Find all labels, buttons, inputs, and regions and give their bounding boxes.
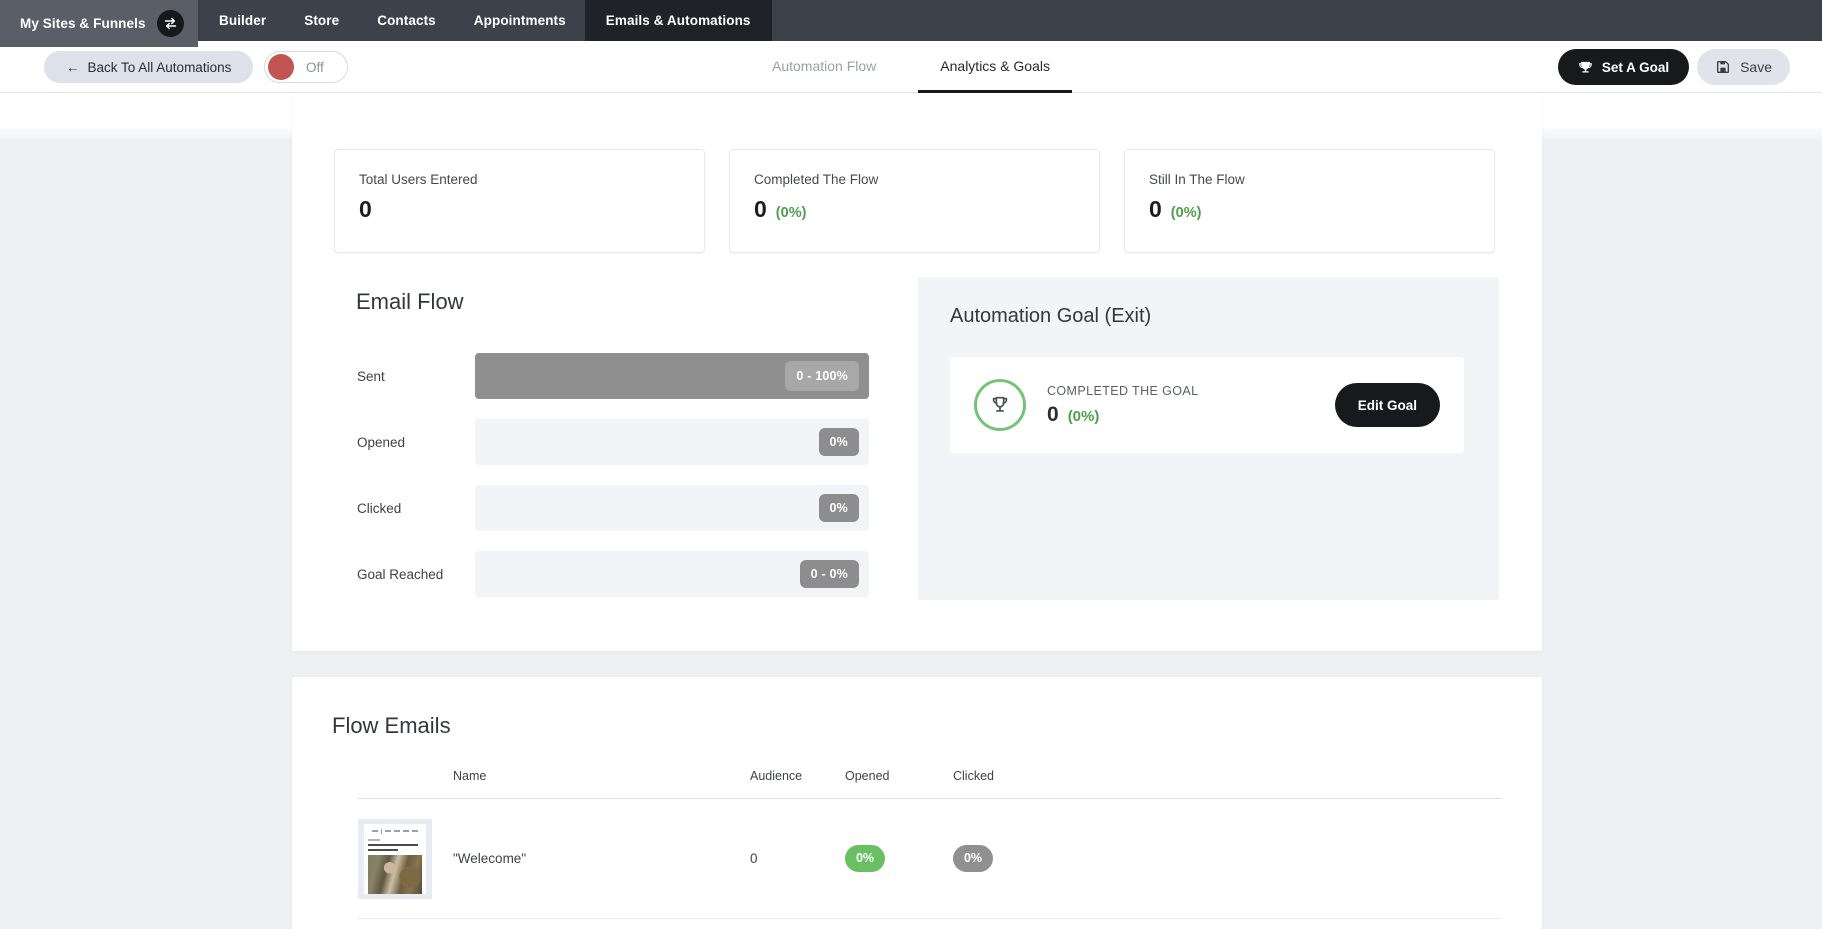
nav-item-store[interactable]: Store xyxy=(285,0,358,41)
funnel-label: Clicked xyxy=(357,501,475,516)
stat-percent: (0%) xyxy=(1171,205,1202,221)
nav-item-emails-automations[interactable]: Emails & Automations xyxy=(585,0,772,41)
flow-emails-panel: Flow Emails Name Audience Opened Clicked xyxy=(292,677,1542,929)
automation-goal-title: Automation Goal (Exit) xyxy=(950,305,1151,328)
funnel-label: Sent xyxy=(357,369,475,384)
flow-emails-table: Name Audience Opened Clicked xyxy=(358,769,1502,919)
nav-item-builder[interactable]: Builder xyxy=(200,0,285,41)
goal-value: 0 xyxy=(1047,403,1059,427)
email-flow-title: Email Flow xyxy=(356,289,464,315)
funnel-row-opened: Opened 0% xyxy=(357,419,869,465)
stat-percent: (0%) xyxy=(776,205,807,221)
funnel-badge: 0 - 100% xyxy=(785,361,859,391)
tab-automation-flow[interactable]: Automation Flow xyxy=(750,41,898,93)
view-tabs: Automation Flow Analytics & Goals xyxy=(0,41,1822,93)
nav-item-contacts[interactable]: Contacts xyxy=(358,0,455,41)
goal-label: COMPLETED THE GOAL xyxy=(1047,384,1198,398)
funnel-bar-goal-reached: 0 - 0% xyxy=(475,551,869,597)
stat-card-completed-flow: Completed The Flow 0 (0%) xyxy=(729,149,1100,253)
funnel-bar-opened: 0% xyxy=(475,419,869,465)
column-header-clicked: Clicked xyxy=(953,769,1502,783)
stat-label: Still In The Flow xyxy=(1149,172,1470,187)
goal-texts: COMPLETED THE GOAL 0 (0%) xyxy=(1047,384,1198,427)
stat-label: Completed The Flow xyxy=(754,172,1075,187)
thumb-photo xyxy=(368,855,422,894)
clicked-rate-badge: 0% xyxy=(953,845,993,872)
nav-items: Builder Store Contacts Appointments Emai… xyxy=(198,0,772,41)
goal-trophy-icon xyxy=(974,379,1026,431)
goal-card: COMPLETED THE GOAL 0 (0%) Edit Goal xyxy=(950,357,1464,453)
toolbar-actions: Set A Goal Save xyxy=(1558,49,1790,85)
funnel-row-clicked: Clicked 0% xyxy=(357,485,869,531)
column-header-audience: Audience xyxy=(750,769,845,783)
email-audience: 0 xyxy=(750,851,845,866)
stat-label: Total Users Entered xyxy=(359,172,680,187)
workspace-switcher[interactable]: My Sites & Funnels xyxy=(0,0,198,47)
save-icon xyxy=(1715,59,1731,75)
save-button[interactable]: Save xyxy=(1697,49,1790,85)
trophy-icon xyxy=(1578,60,1593,75)
thumb-kicker xyxy=(368,839,380,841)
funnel-badge: 0 - 0% xyxy=(800,560,859,588)
email-flow-funnel: Sent 0 - 100% Opened 0% Clicked 0% Goal … xyxy=(357,353,869,617)
page: My Sites & Funnels Builder Store Contact… xyxy=(0,0,1822,929)
top-nav: My Sites & Funnels Builder Store Contact… xyxy=(0,0,1822,41)
tab-analytics-goals[interactable]: Analytics & Goals xyxy=(918,41,1072,93)
stat-value: 0 xyxy=(754,196,767,223)
column-header-opened: Opened xyxy=(845,769,953,783)
funnel-label: Opened xyxy=(357,435,475,450)
opened-rate-badge: 0% xyxy=(845,845,885,872)
stat-value: 0 xyxy=(359,196,372,223)
thumb-headline xyxy=(368,849,398,852)
set-goal-label: Set A Goal xyxy=(1602,60,1669,75)
column-header-name: Name xyxy=(453,769,750,783)
funnel-label: Goal Reached xyxy=(357,567,475,582)
stat-value: 0 xyxy=(1149,196,1162,223)
funnel-row-goal-reached: Goal Reached 0 - 0% xyxy=(357,551,869,597)
table-header: Name Audience Opened Clicked xyxy=(358,769,1502,799)
analytics-panel: Total Users Entered 0 Completed The Flow… xyxy=(292,93,1542,651)
edit-goal-button[interactable]: Edit Goal xyxy=(1335,383,1440,427)
swap-workspace-icon[interactable] xyxy=(157,10,184,37)
funnel-bar-clicked: 0% xyxy=(475,485,869,531)
automation-goal-panel: Automation Goal (Exit) COMPLETED THE GOA… xyxy=(918,277,1499,600)
funnel-bar-sent: 0 - 100% xyxy=(475,353,869,399)
flow-emails-title: Flow Emails xyxy=(332,713,451,739)
email-name: "Welecome" xyxy=(453,851,750,866)
table-row[interactable]: "Welecome" 0 0% 0% xyxy=(358,799,1502,919)
email-thumbnail-preview xyxy=(364,824,426,894)
thumb-headline xyxy=(368,844,418,847)
stat-card-total-users: Total Users Entered 0 xyxy=(334,149,705,253)
funnel-badge: 0% xyxy=(819,428,859,456)
workspace-label: My Sites & Funnels xyxy=(20,16,146,31)
goal-percent: (0%) xyxy=(1068,408,1100,425)
email-thumbnail[interactable] xyxy=(358,819,432,899)
funnel-badge: 0% xyxy=(819,494,859,522)
nav-item-appointments[interactable]: Appointments xyxy=(455,0,585,41)
toolbar: ← Back To All Automations Off Automation… xyxy=(0,41,1822,93)
set-a-goal-button[interactable]: Set A Goal xyxy=(1558,49,1689,85)
thumb-nav-bar xyxy=(368,829,422,834)
stat-cards: Total Users Entered 0 Completed The Flow… xyxy=(334,149,1495,253)
save-label: Save xyxy=(1740,59,1772,75)
stat-card-still-in-flow: Still In The Flow 0 (0%) xyxy=(1124,149,1495,253)
funnel-row-sent: Sent 0 - 100% xyxy=(357,353,869,399)
